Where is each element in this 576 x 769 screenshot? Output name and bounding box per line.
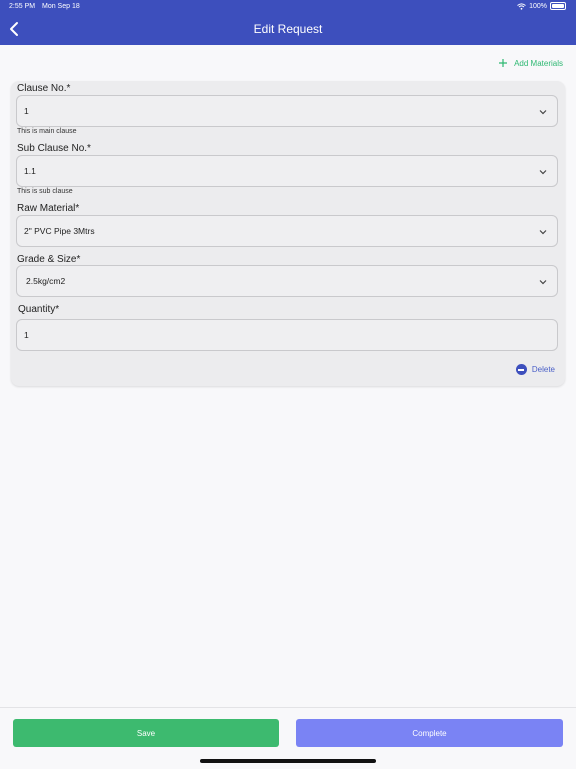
delete-button[interactable]: Delete: [515, 364, 555, 375]
chevron-down-icon: [539, 280, 547, 285]
status-date: Mon Sep 18: [42, 3, 80, 10]
grade-select[interactable]: 2.5kg/cm2: [16, 265, 558, 297]
grade-value: 2.5kg/cm2: [26, 276, 66, 286]
raw-material-value: 2" PVC Pipe 3Mtrs: [24, 226, 95, 236]
clause-label: Clause No.*: [17, 83, 71, 94]
chevron-down-icon: [539, 230, 547, 235]
save-button[interactable]: Save: [13, 719, 279, 747]
add-materials-label: Add Materials: [514, 58, 563, 68]
clause-value: 1: [24, 106, 29, 116]
battery-percent: 100%: [529, 2, 547, 10]
home-indicator: [200, 759, 376, 763]
app-header: 2:55 PM Mon Sep 18 100% Edit Request: [0, 0, 576, 45]
raw-material-label: Raw Material*: [17, 203, 80, 214]
status-time: 2:55 PM: [9, 3, 36, 10]
wifi-icon: [517, 2, 526, 10]
plus-icon: [499, 59, 508, 67]
clause-hint: This is main clause: [17, 128, 77, 135]
chevron-down-icon: [539, 170, 547, 175]
sub-clause-label: Sub Clause No.*: [17, 143, 91, 154]
complete-button[interactable]: Complete: [296, 719, 563, 747]
sub-clause-select[interactable]: 1.1: [16, 155, 558, 187]
sub-clause-hint: This is sub clause: [17, 188, 73, 195]
minus-circle-icon: [515, 364, 527, 375]
battery-icon: [550, 2, 566, 10]
quantity-input[interactable]: 1: [16, 319, 558, 351]
clause-select[interactable]: 1: [16, 95, 558, 127]
chevron-down-icon: [539, 110, 547, 115]
add-materials-button[interactable]: Add Materials: [498, 58, 563, 68]
material-card: Clause No.* 1 This is main clause Sub Cl…: [11, 81, 565, 386]
page-title: Edit Request: [253, 22, 323, 36]
quantity-label: Quantity*: [18, 304, 60, 315]
delete-label: Delete: [531, 365, 555, 374]
status-right: 100%: [517, 2, 566, 10]
sub-clause-value: 1.1: [24, 166, 36, 176]
quantity-value: 1: [24, 330, 29, 340]
raw-material-select[interactable]: 2" PVC Pipe 3Mtrs: [16, 215, 558, 247]
grade-label: Grade & Size*: [17, 254, 81, 265]
